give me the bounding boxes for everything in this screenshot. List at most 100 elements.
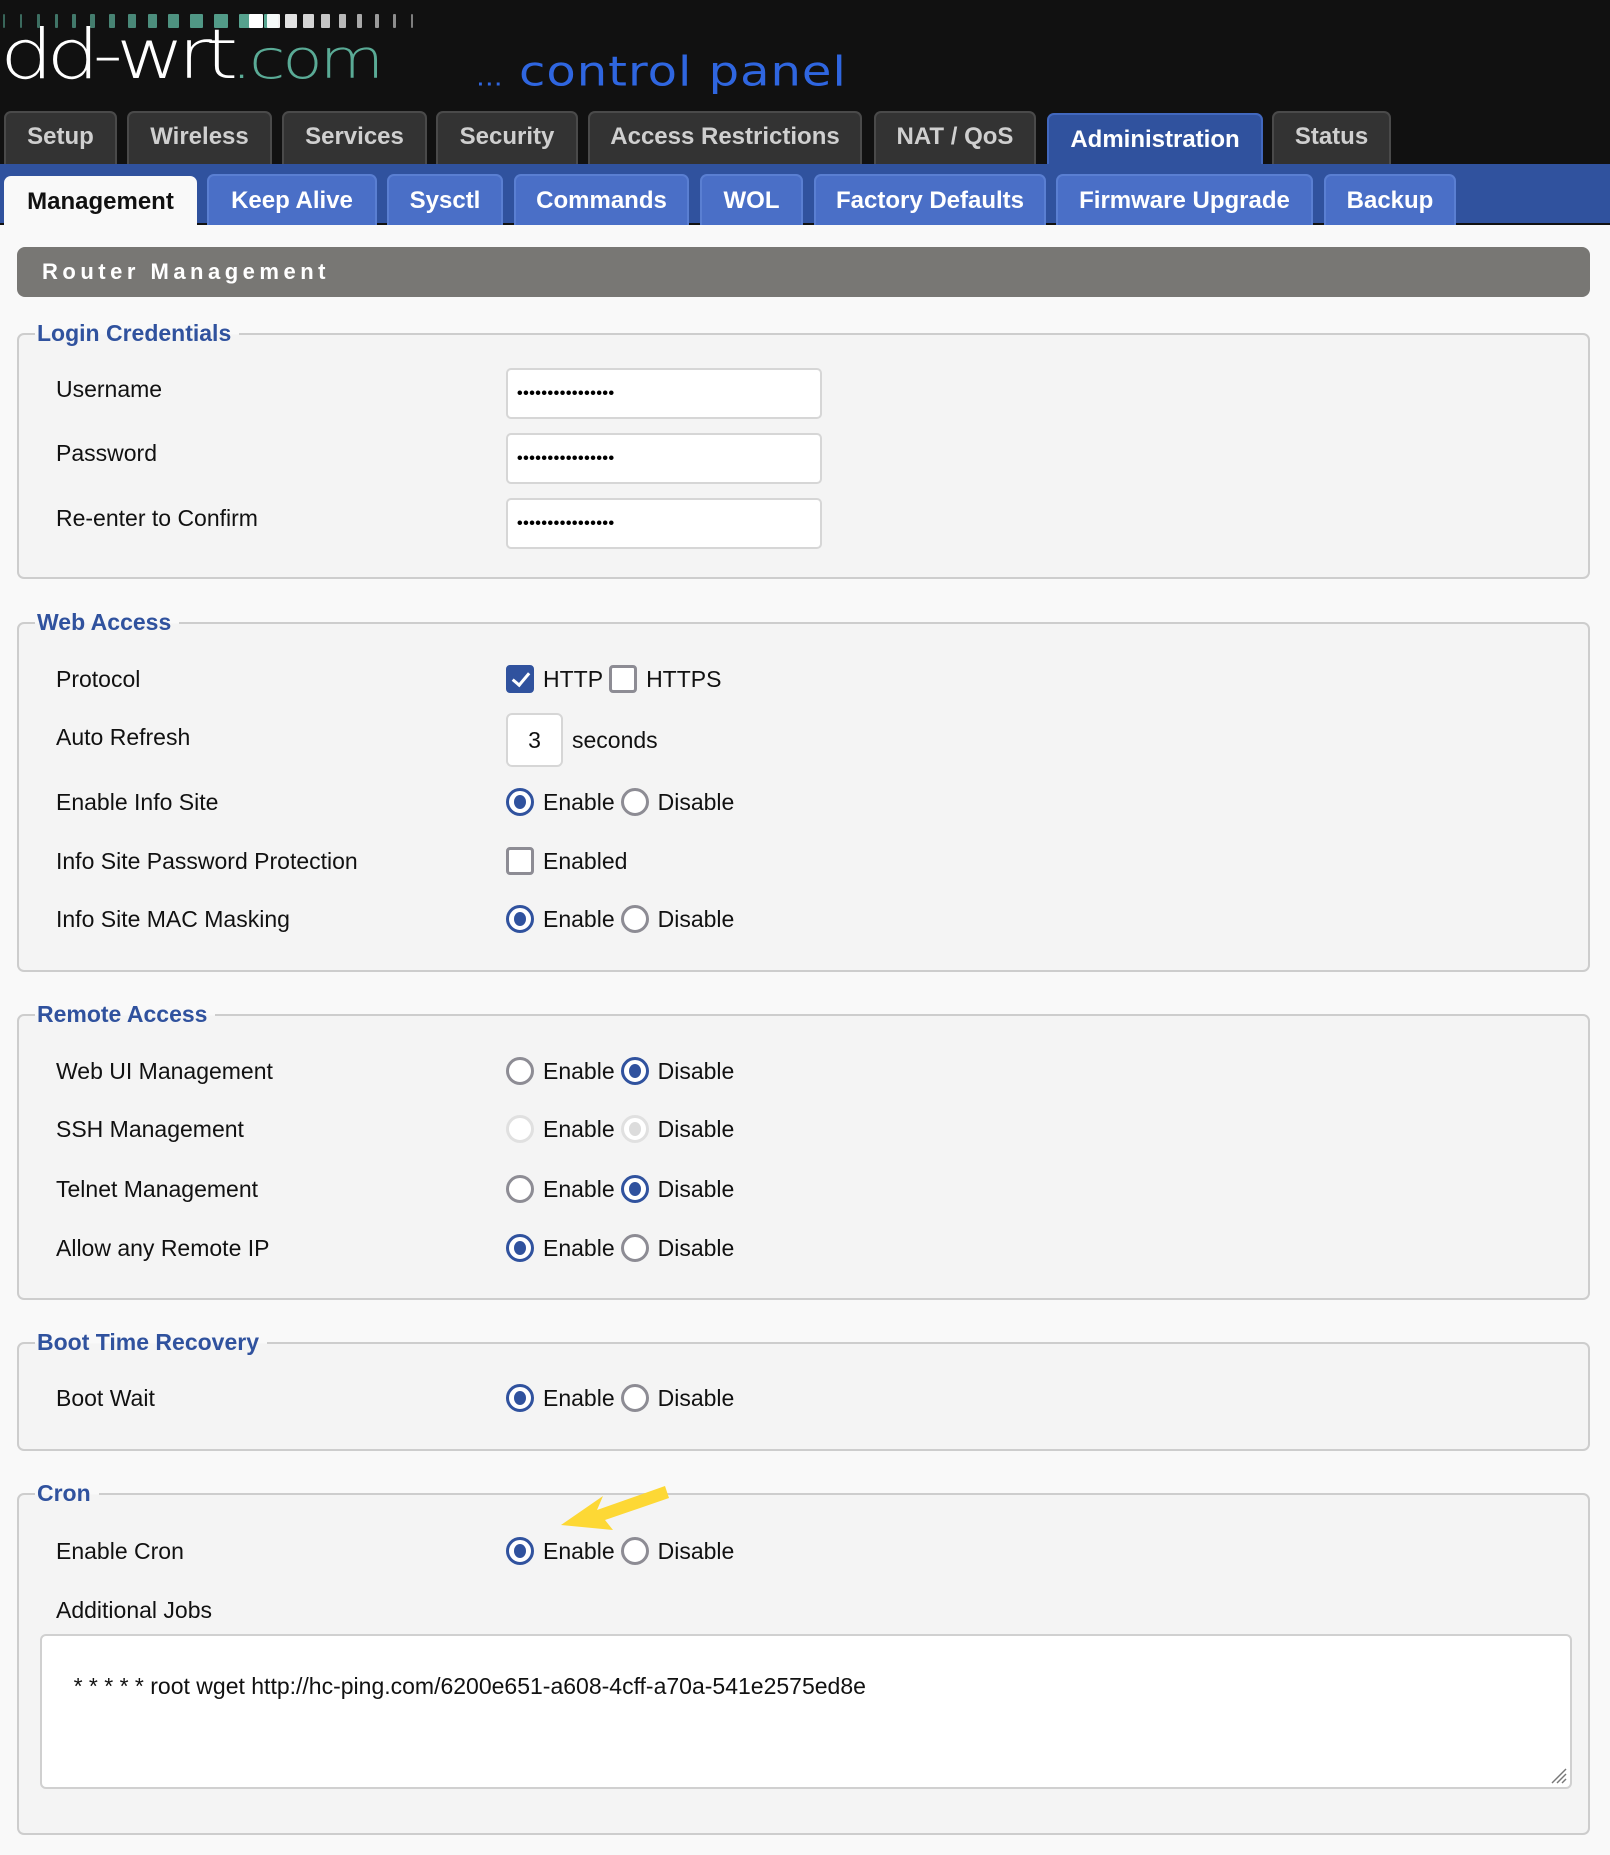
tagline-text: control panel <box>502 48 847 96</box>
https-label: HTTPS <box>646 665 722 692</box>
telnet-management-control: Enable Disable <box>506 1175 740 1203</box>
remote-ip-enable-radio[interactable] <box>506 1234 534 1262</box>
logo-suffix-text: .com <box>231 28 384 92</box>
tab-wireless[interactable]: Wireless <box>127 111 272 164</box>
tab-administration[interactable]: Administration <box>1047 113 1263 165</box>
cron-disable-radio[interactable] <box>620 1537 649 1565</box>
subtab-backup[interactable]: Backup <box>1324 174 1456 225</box>
username-field[interactable]: •••••••••••••••• <box>506 368 822 419</box>
jobs-text: * * * * * root wget http://hc-ping.com/6… <box>73 1673 866 1699</box>
subtab-label: WOL <box>723 186 780 214</box>
web-ui-management-control: Enable Disable <box>506 1057 740 1085</box>
info-site-password-control: Enabled <box>506 847 633 875</box>
subtab-wol[interactable]: WOL <box>700 174 803 225</box>
auto-refresh-label: Auto Refresh <box>56 724 191 750</box>
http-label: HTTP <box>543 665 604 692</box>
disable-label: Disable <box>657 1057 735 1084</box>
enable-label: Enable <box>543 1384 615 1411</box>
additional-jobs-textarea[interactable]: * * * * * root wget http://hc-ping.com/6… <box>40 1634 1572 1789</box>
info-site-enable-radio[interactable] <box>506 788 534 816</box>
allow-remote-ip-label: Allow any Remote IP <box>56 1235 270 1261</box>
protocol-control: HTTP HTTPS <box>506 665 727 693</box>
subtab-sysctl[interactable]: Sysctl <box>387 174 503 225</box>
enable-label: Enable <box>543 1537 615 1564</box>
tab-services[interactable]: Services <box>282 111 427 164</box>
enable-label: Enable <box>543 1175 615 1202</box>
tab-label: Setup <box>27 122 94 150</box>
allow-remote-ip-control: Enable Disable <box>506 1234 740 1262</box>
fieldset-remote-access: Remote Access Web UI Management Enable D… <box>17 997 1590 1300</box>
auto-refresh-unit: seconds <box>572 726 658 753</box>
enable-label: Enable <box>543 1057 615 1084</box>
info-site-control: Enable Disable <box>506 788 740 816</box>
ssh-disable-radio <box>620 1115 649 1143</box>
cron-enable-radio[interactable] <box>506 1537 534 1565</box>
info-site-label: Enable Info Site <box>56 789 219 815</box>
fieldset-boot-time-recovery: Boot Time Recovery Boot Wait Enable Disa… <box>17 1325 1590 1451</box>
fieldset-legend: Boot Time Recovery <box>35 1325 267 1359</box>
confirm-password-label: Re-enter to Confirm <box>56 505 258 531</box>
subtab-keep-alive[interactable]: Keep Alive <box>207 174 377 225</box>
tab-label: Wireless <box>150 122 249 150</box>
control-panel-tagline: ... control panel <box>476 48 847 102</box>
fieldset-legend: Login Credentials <box>35 316 240 350</box>
tab-label: Administration <box>1070 126 1240 153</box>
subtab-label: Management <box>27 188 174 215</box>
fieldset-cron: Cron Enable Cron Enable Disable Addition… <box>17 1476 1590 1835</box>
mac-masking-control: Enable Disable <box>506 905 740 933</box>
info-site-password-checkbox[interactable] <box>506 847 534 875</box>
password-label: Password <box>56 440 157 466</box>
confirm-password-field[interactable]: •••••••••••••••• <box>506 498 822 549</box>
subtab-label: Firmware Upgrade <box>1079 186 1290 214</box>
tab-status[interactable]: Status <box>1272 111 1391 164</box>
ssh-enable-radio <box>506 1115 534 1143</box>
enable-label: Enable <box>543 1115 615 1142</box>
tab-label: NAT / QoS <box>896 122 1014 150</box>
tab-label: Services <box>305 122 404 150</box>
remote-ip-disable-radio[interactable] <box>620 1234 649 1262</box>
auto-refresh-input[interactable]: 3 <box>506 713 563 767</box>
resize-handle-icon[interactable] <box>1549 1766 1567 1784</box>
tab-label: Access Restrictions <box>610 122 840 150</box>
fieldset-legend: Cron <box>35 1476 99 1510</box>
telnet-enable-radio[interactable] <box>506 1175 534 1203</box>
boot-wait-label: Boot Wait <box>56 1385 155 1411</box>
http-checkbox[interactable] <box>506 665 534 693</box>
info-site-disable-radio[interactable] <box>620 788 649 816</box>
password-field[interactable]: •••••••••••••••• <box>506 433 822 484</box>
mac-masking-label: Info Site MAC Masking <box>56 906 290 932</box>
enable-label: Enable <box>543 788 615 815</box>
section-title: Router Management <box>17 247 1590 297</box>
telnet-disable-radio[interactable] <box>620 1175 649 1203</box>
web-ui-disable-radio[interactable] <box>620 1057 649 1085</box>
tab-security[interactable]: Security <box>436 111 578 164</box>
tab-label: Security <box>459 122 555 150</box>
subtab-management[interactable]: Management <box>4 176 197 226</box>
mac-masking-disable-radio[interactable] <box>620 905 649 933</box>
tab-nat-qos[interactable]: NAT / QoS <box>874 111 1036 164</box>
tab-setup[interactable]: Setup <box>4 111 117 164</box>
subtab-label: Keep Alive <box>231 186 353 214</box>
tagline-dots: ... <box>476 63 503 92</box>
https-checkbox[interactable] <box>609 665 638 693</box>
mac-masking-enable-radio[interactable] <box>506 905 534 933</box>
enable-label: Enable <box>543 1234 615 1261</box>
username-label: Username <box>56 376 163 402</box>
web-ui-management-label: Web UI Management <box>56 1058 273 1084</box>
disable-label: Disable <box>657 1384 735 1411</box>
subtab-factory-defaults[interactable]: Factory Defaults <box>814 174 1046 225</box>
web-ui-enable-radio[interactable] <box>506 1057 534 1085</box>
ssh-management-control: Enable Disable <box>506 1115 740 1143</box>
boot-wait-enable-radio[interactable] <box>506 1384 534 1412</box>
subtab-firmware-upgrade[interactable]: Firmware Upgrade <box>1056 174 1313 225</box>
boot-wait-disable-radio[interactable] <box>620 1384 649 1412</box>
ddwrt-logo[interactable]: dd-wrt.com <box>0 20 384 95</box>
logo-bar <box>411 14 413 28</box>
protocol-label: Protocol <box>56 666 141 692</box>
tab-access-restrictions[interactable]: Access Restrictions <box>588 111 862 164</box>
subtab-commands[interactable]: Commands <box>514 174 689 225</box>
fieldset-web-access: Web Access Protocol HTTP HTTPS Auto Refr… <box>17 605 1590 972</box>
fieldset-legend: Remote Access <box>35 997 216 1031</box>
boot-wait-control: Enable Disable <box>506 1384 740 1412</box>
additional-jobs-label: Additional Jobs <box>56 1597 212 1623</box>
